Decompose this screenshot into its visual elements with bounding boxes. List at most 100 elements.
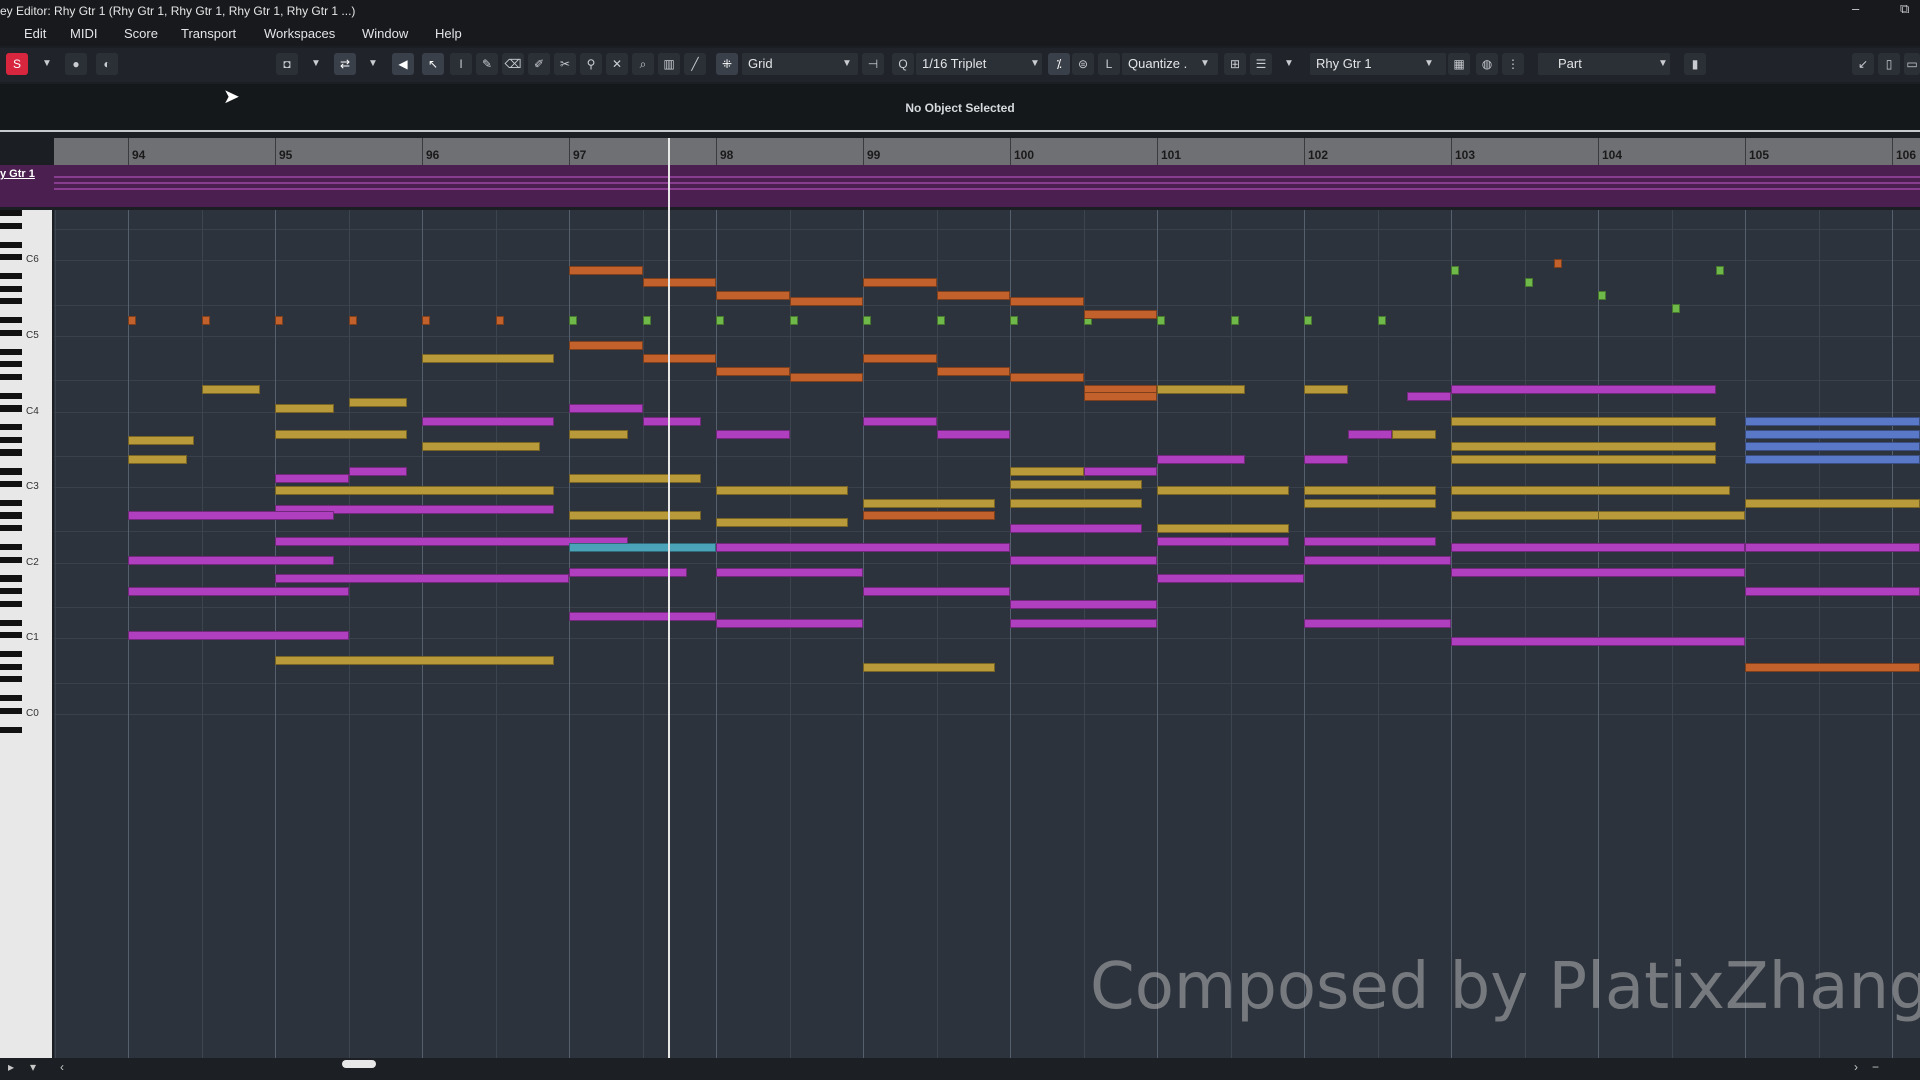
line-tool-icon[interactable]: ╱ [684,53,706,75]
midi-note[interactable] [1010,524,1143,533]
piano-black-key[interactable] [0,651,22,658]
midi-note[interactable] [716,618,863,628]
midi-note[interactable] [1451,637,1745,647]
piano-black-key[interactable] [0,600,22,607]
midi-note[interactable] [1451,416,1716,426]
menu-transport[interactable]: Transport [181,26,236,41]
piano-black-key[interactable] [0,285,22,292]
pencil-tool-icon[interactable]: ✎ [476,53,498,75]
midi-note[interactable] [1451,486,1731,496]
piano-black-key[interactable] [0,317,22,324]
midi-note[interactable] [569,404,643,414]
piano-black-key[interactable] [0,449,22,456]
midi-note[interactable] [1715,265,1724,275]
piano-black-key[interactable] [0,512,22,519]
midi-note[interactable] [1010,479,1143,489]
menu-edit[interactable]: Edit [24,26,46,41]
midi-note[interactable] [716,542,1010,552]
piano-black-key[interactable] [0,273,22,280]
note-grid[interactable] [54,210,1920,1060]
piano-black-key[interactable] [0,210,22,217]
piano-black-key[interactable] [0,676,22,683]
midi-note[interactable] [1010,498,1143,508]
midi-note[interactable] [1010,618,1157,628]
levels-icon[interactable]: ▮ [1684,53,1706,75]
midi-note[interactable] [1451,442,1716,452]
piano-black-key[interactable] [0,632,22,639]
chevron-down-icon[interactable]: ▼ [842,53,852,75]
midi-note[interactable] [275,486,555,496]
midi-note[interactable] [863,498,996,508]
color-scheme-icon[interactable]: ☰ [1250,53,1272,75]
midi-note[interactable] [1157,536,1290,546]
midi-note[interactable] [1083,309,1157,319]
chevron-down-icon[interactable]: ▼ [1200,53,1210,75]
midi-note[interactable] [201,316,210,326]
chevron-down-icon[interactable]: ▼ [311,53,321,75]
part-select[interactable]: Part [1538,53,1670,75]
speaker-icon[interactable]: ◀ [392,53,414,75]
range-tool-icon[interactable]: I [450,53,472,75]
midi-note[interactable] [569,341,643,351]
midi-note[interactable] [1157,385,1246,395]
link-icon[interactable]: ⋮ [1502,53,1524,75]
draw-tool-icon[interactable]: ▥ [658,53,680,75]
bar-ruler[interactable]: 94 95 96 97 98 99 100 101 102 103 104 105 106 [54,138,1920,165]
chevron-down-icon[interactable]: ▼ [42,53,52,75]
midi-note[interactable] [422,353,555,363]
midi-note[interactable] [1304,498,1437,508]
midi-note[interactable] [716,517,849,527]
midi-note[interactable] [422,416,555,426]
piano-black-key[interactable] [0,405,22,412]
midi-note[interactable] [275,473,349,483]
midi-note[interactable] [128,435,195,445]
midi-note[interactable] [569,542,716,552]
midi-note[interactable] [1451,385,1716,395]
midi-note[interactable] [1451,542,1745,552]
midi-note[interactable] [716,316,724,326]
midi-note[interactable] [1377,316,1386,326]
length-quantize-icon[interactable]: L [1098,53,1120,75]
trim-tool-icon[interactable]: ✐ [528,53,550,75]
menu-window[interactable]: Window [362,26,408,41]
midi-note[interactable] [128,587,349,596]
midi-note[interactable] [863,662,996,672]
midi-note[interactable] [128,316,136,326]
midi-note[interactable] [1304,316,1312,326]
midi-note[interactable] [642,416,702,426]
midi-note[interactable] [863,278,937,288]
menu-score[interactable]: Score [124,26,158,41]
chevron-down-icon[interactable]: ▼ [368,53,378,75]
midi-note[interactable] [128,555,334,565]
chord-icon[interactable]: ▦ [1448,53,1470,75]
part-strip[interactable] [0,165,1920,207]
midi-note[interactable] [1010,555,1157,565]
midi-note[interactable] [422,442,540,452]
midi-note[interactable] [863,587,1010,596]
midi-note[interactable] [1304,454,1349,464]
midi-note[interactable] [1304,486,1437,496]
midi-note[interactable] [348,467,408,477]
piano-black-key[interactable] [0,329,22,336]
piano-black-key[interactable] [0,298,22,305]
expand-icon[interactable]: ↙ [1852,53,1874,75]
horizontal-scrollbar[interactable]: ▸ ▾ ‹ › − [0,1058,1920,1080]
midi-note[interactable] [1083,467,1157,477]
piano-black-key[interactable] [0,392,22,399]
midi-note[interactable] [936,290,1010,300]
midi-note[interactable] [1745,587,1920,596]
record-dot-icon[interactable]: ● [65,53,87,75]
midi-note[interactable] [1157,486,1290,496]
zoom-tool-icon[interactable]: ⌕ [632,53,654,75]
midi-note[interactable] [1010,372,1084,382]
midi-note[interactable] [1157,524,1290,533]
piano-black-key[interactable] [0,707,22,714]
chevron-down-icon[interactable]: ▼ [1658,53,1668,75]
midi-note[interactable] [936,316,945,326]
quantize-value-select[interactable]: 1/16 Triplet [916,53,1042,75]
midi-note[interactable] [1406,391,1451,401]
midi-note[interactable] [1304,385,1349,395]
midi-note[interactable] [201,385,261,395]
piano-black-key[interactable] [0,525,22,532]
midi-note[interactable] [642,316,651,326]
